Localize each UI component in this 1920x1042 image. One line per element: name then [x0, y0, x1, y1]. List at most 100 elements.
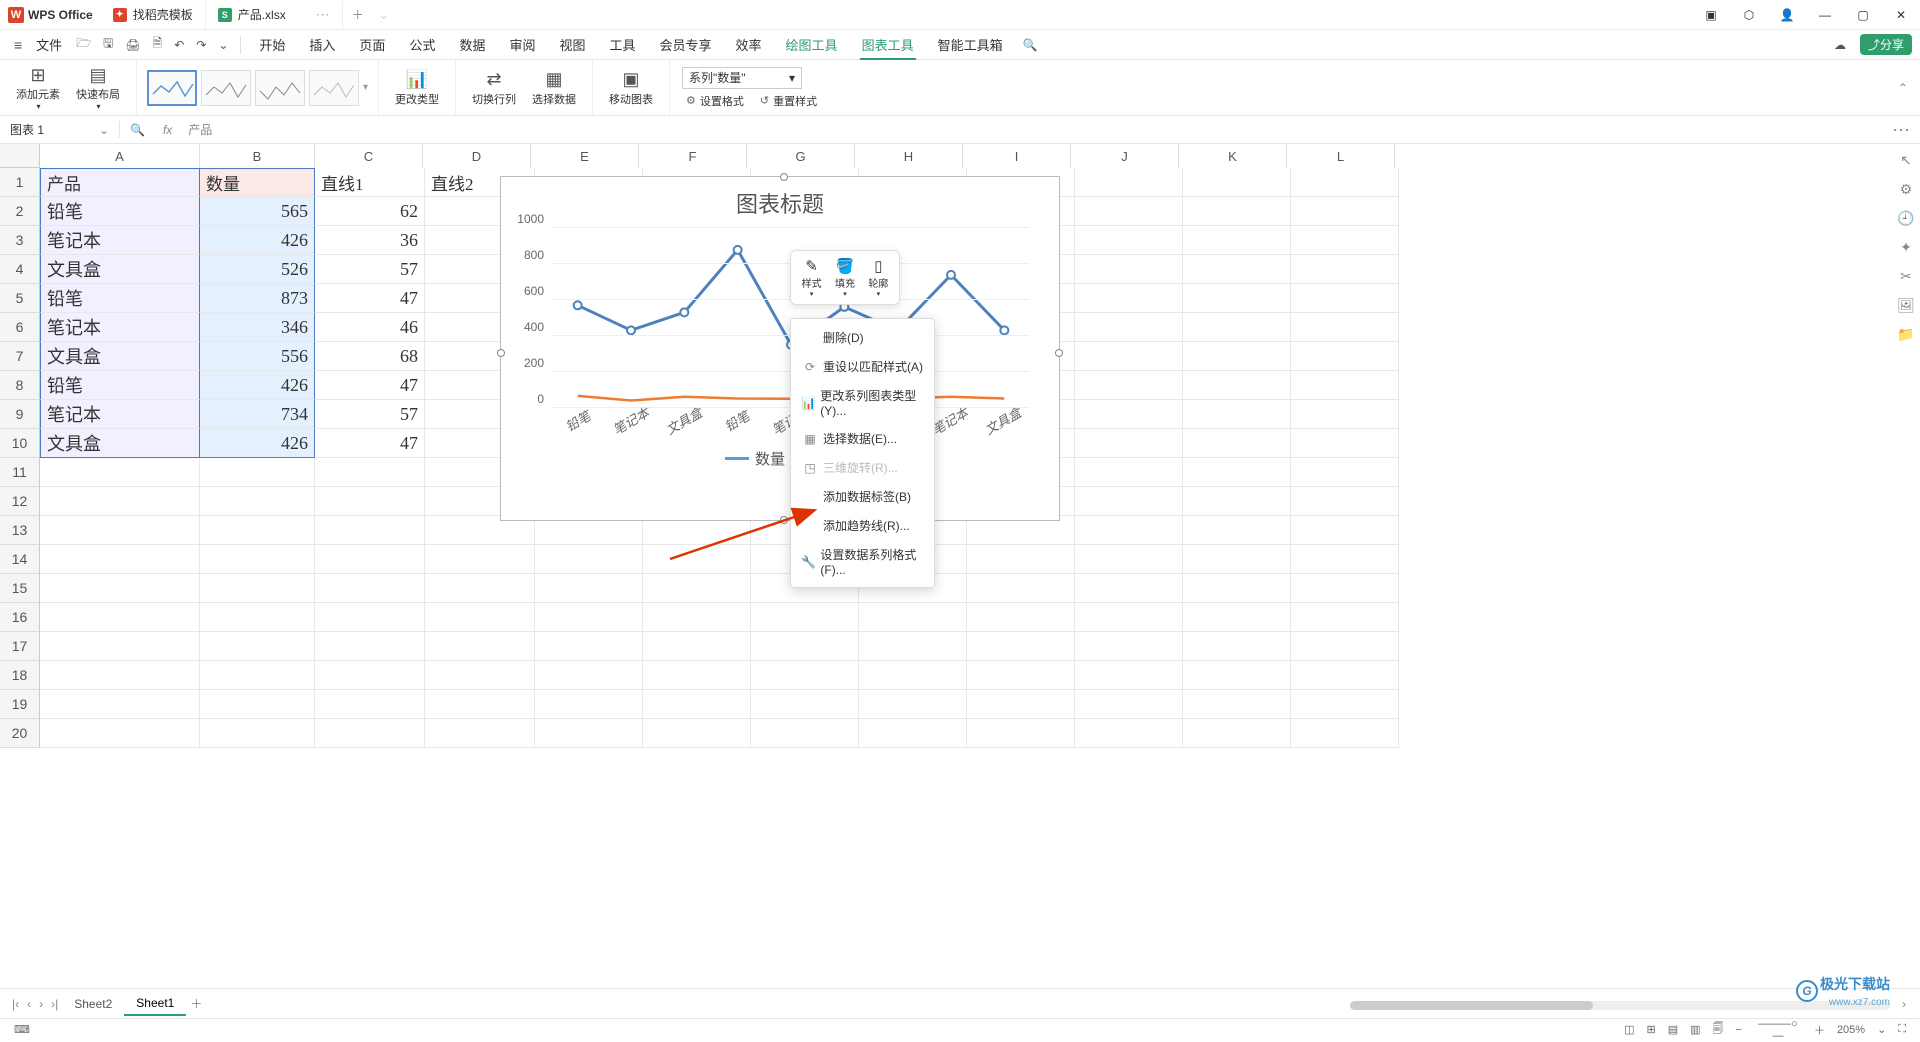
menu-tab-efficiency[interactable]: 效率	[724, 30, 774, 60]
cell[interactable]	[1291, 719, 1399, 748]
cell[interactable]	[425, 603, 535, 632]
row-header[interactable]: 16	[0, 603, 40, 632]
col-header-F[interactable]: F	[639, 144, 747, 168]
cell[interactable]	[1075, 429, 1183, 458]
cell[interactable]: 47	[315, 429, 425, 458]
print-icon[interactable]: 🖨	[119, 38, 146, 52]
cell[interactable]	[643, 603, 751, 632]
menu-tab-smarttools[interactable]: 智能工具箱	[926, 30, 1015, 60]
cell[interactable]	[1183, 661, 1291, 690]
cell[interactable]	[1183, 226, 1291, 255]
cell[interactable]	[643, 690, 751, 719]
col-header-D[interactable]: D	[423, 144, 531, 168]
menu-tab-tools[interactable]: 工具	[598, 30, 648, 60]
keyboard-icon[interactable]: ⌨	[8, 1023, 36, 1036]
cell[interactable]	[1291, 284, 1399, 313]
cell[interactable]	[967, 632, 1075, 661]
cell[interactable]	[315, 487, 425, 516]
cell[interactable]	[1075, 603, 1183, 632]
cloud-icon[interactable]: ☁	[1826, 38, 1854, 52]
cell[interactable]: 数量	[200, 168, 315, 197]
col-header-C[interactable]: C	[315, 144, 423, 168]
style-icon[interactable]: ✦	[1900, 239, 1912, 256]
sheet-nav-prev[interactable]: ‹	[23, 997, 35, 1011]
cell[interactable]	[751, 719, 859, 748]
view-break-icon[interactable]: ▥	[1684, 1023, 1706, 1036]
ctx-add-trendline[interactable]: 添加趋势线(R)...	[791, 511, 934, 540]
cell[interactable]	[315, 632, 425, 661]
cell[interactable]	[859, 661, 967, 690]
sheet-nav-next[interactable]: ›	[35, 997, 47, 1011]
chart-legend[interactable]: 数量 直线1	[501, 448, 1059, 469]
cell[interactable]	[1183, 313, 1291, 342]
legend-item-qty[interactable]: 数量	[725, 448, 785, 469]
menu-tab-start[interactable]: 开始	[247, 30, 297, 60]
cell[interactable]: 文具盒	[40, 429, 200, 458]
cell[interactable]	[1075, 545, 1183, 574]
history-icon[interactable]: 🕘	[1897, 210, 1914, 227]
style-more-icon[interactable]: ▾	[361, 82, 370, 93]
chart-style-3[interactable]	[255, 70, 305, 106]
cell[interactable]	[315, 458, 425, 487]
cell[interactable]: 526	[200, 255, 315, 284]
row-header[interactable]: 15	[0, 574, 40, 603]
minimize-button[interactable]: —	[1806, 0, 1844, 30]
row-header[interactable]: 11	[0, 458, 40, 487]
cell[interactable]	[535, 719, 643, 748]
col-header-H[interactable]: H	[855, 144, 963, 168]
cell[interactable]	[1183, 429, 1291, 458]
zoom-dropdown-icon[interactable]: ⌄	[1871, 1023, 1892, 1036]
cell[interactable]	[1291, 690, 1399, 719]
file-menu[interactable]: 文件	[28, 35, 70, 54]
move-chart-button[interactable]: ▣ 移动图表	[601, 60, 661, 115]
cell[interactable]: 文具盒	[40, 342, 200, 371]
row-header[interactable]: 20	[0, 719, 40, 748]
row-header[interactable]: 4	[0, 255, 40, 284]
cell[interactable]	[1291, 458, 1399, 487]
cell[interactable]	[40, 661, 200, 690]
series-selector[interactable]: 系列"数量"▾	[682, 67, 802, 89]
zoom-in-button[interactable]: ＋	[1808, 1022, 1831, 1038]
undo-icon[interactable]: ↶	[168, 38, 190, 52]
cell[interactable]: 426	[200, 371, 315, 400]
cell[interactable]	[40, 545, 200, 574]
col-header-I[interactable]: I	[963, 144, 1071, 168]
cell[interactable]	[643, 661, 751, 690]
cell[interactable]	[40, 690, 200, 719]
row-header[interactable]: 2	[0, 197, 40, 226]
menu-tab-review[interactable]: 审阅	[497, 30, 547, 60]
cell[interactable]	[1183, 632, 1291, 661]
cell[interactable]	[1183, 400, 1291, 429]
doc-tab-product[interactable]: S 产品.xlsx ⋯	[206, 1, 343, 29]
cell[interactable]	[1291, 574, 1399, 603]
cell[interactable]	[643, 719, 751, 748]
cell[interactable]	[1183, 458, 1291, 487]
cell[interactable]	[535, 632, 643, 661]
add-element-button[interactable]: ⊞ 添加元素▾	[8, 60, 68, 115]
cell[interactable]	[751, 690, 859, 719]
cell[interactable]: 556	[200, 342, 315, 371]
cell[interactable]	[200, 487, 315, 516]
chart-title[interactable]: 图表标题	[501, 177, 1059, 219]
menu-tab-page[interactable]: 页面	[347, 30, 397, 60]
cell[interactable]	[1183, 197, 1291, 226]
cell[interactable]	[859, 632, 967, 661]
cell[interactable]	[1075, 516, 1183, 545]
cell[interactable]	[1291, 400, 1399, 429]
cell[interactable]	[1291, 168, 1399, 197]
cell[interactable]	[425, 719, 535, 748]
sheet-tab-sheet2[interactable]: Sheet2	[62, 993, 124, 1015]
cell[interactable]	[425, 545, 535, 574]
reset-style-button[interactable]: ↺重置样式	[752, 93, 825, 109]
tab-dropdown-icon[interactable]: ⌄	[379, 8, 389, 22]
chart-style-1[interactable]	[147, 70, 197, 106]
cell[interactable]	[315, 603, 425, 632]
cell[interactable]	[967, 545, 1075, 574]
cell[interactable]: 铅笔	[40, 284, 200, 313]
cell[interactable]	[315, 690, 425, 719]
cell[interactable]: 426	[200, 226, 315, 255]
cell[interactable]: 笔记本	[40, 313, 200, 342]
cell[interactable]	[535, 603, 643, 632]
ctx-select-data[interactable]: ▦选择数据(E)...	[791, 424, 934, 453]
cell[interactable]	[1183, 603, 1291, 632]
